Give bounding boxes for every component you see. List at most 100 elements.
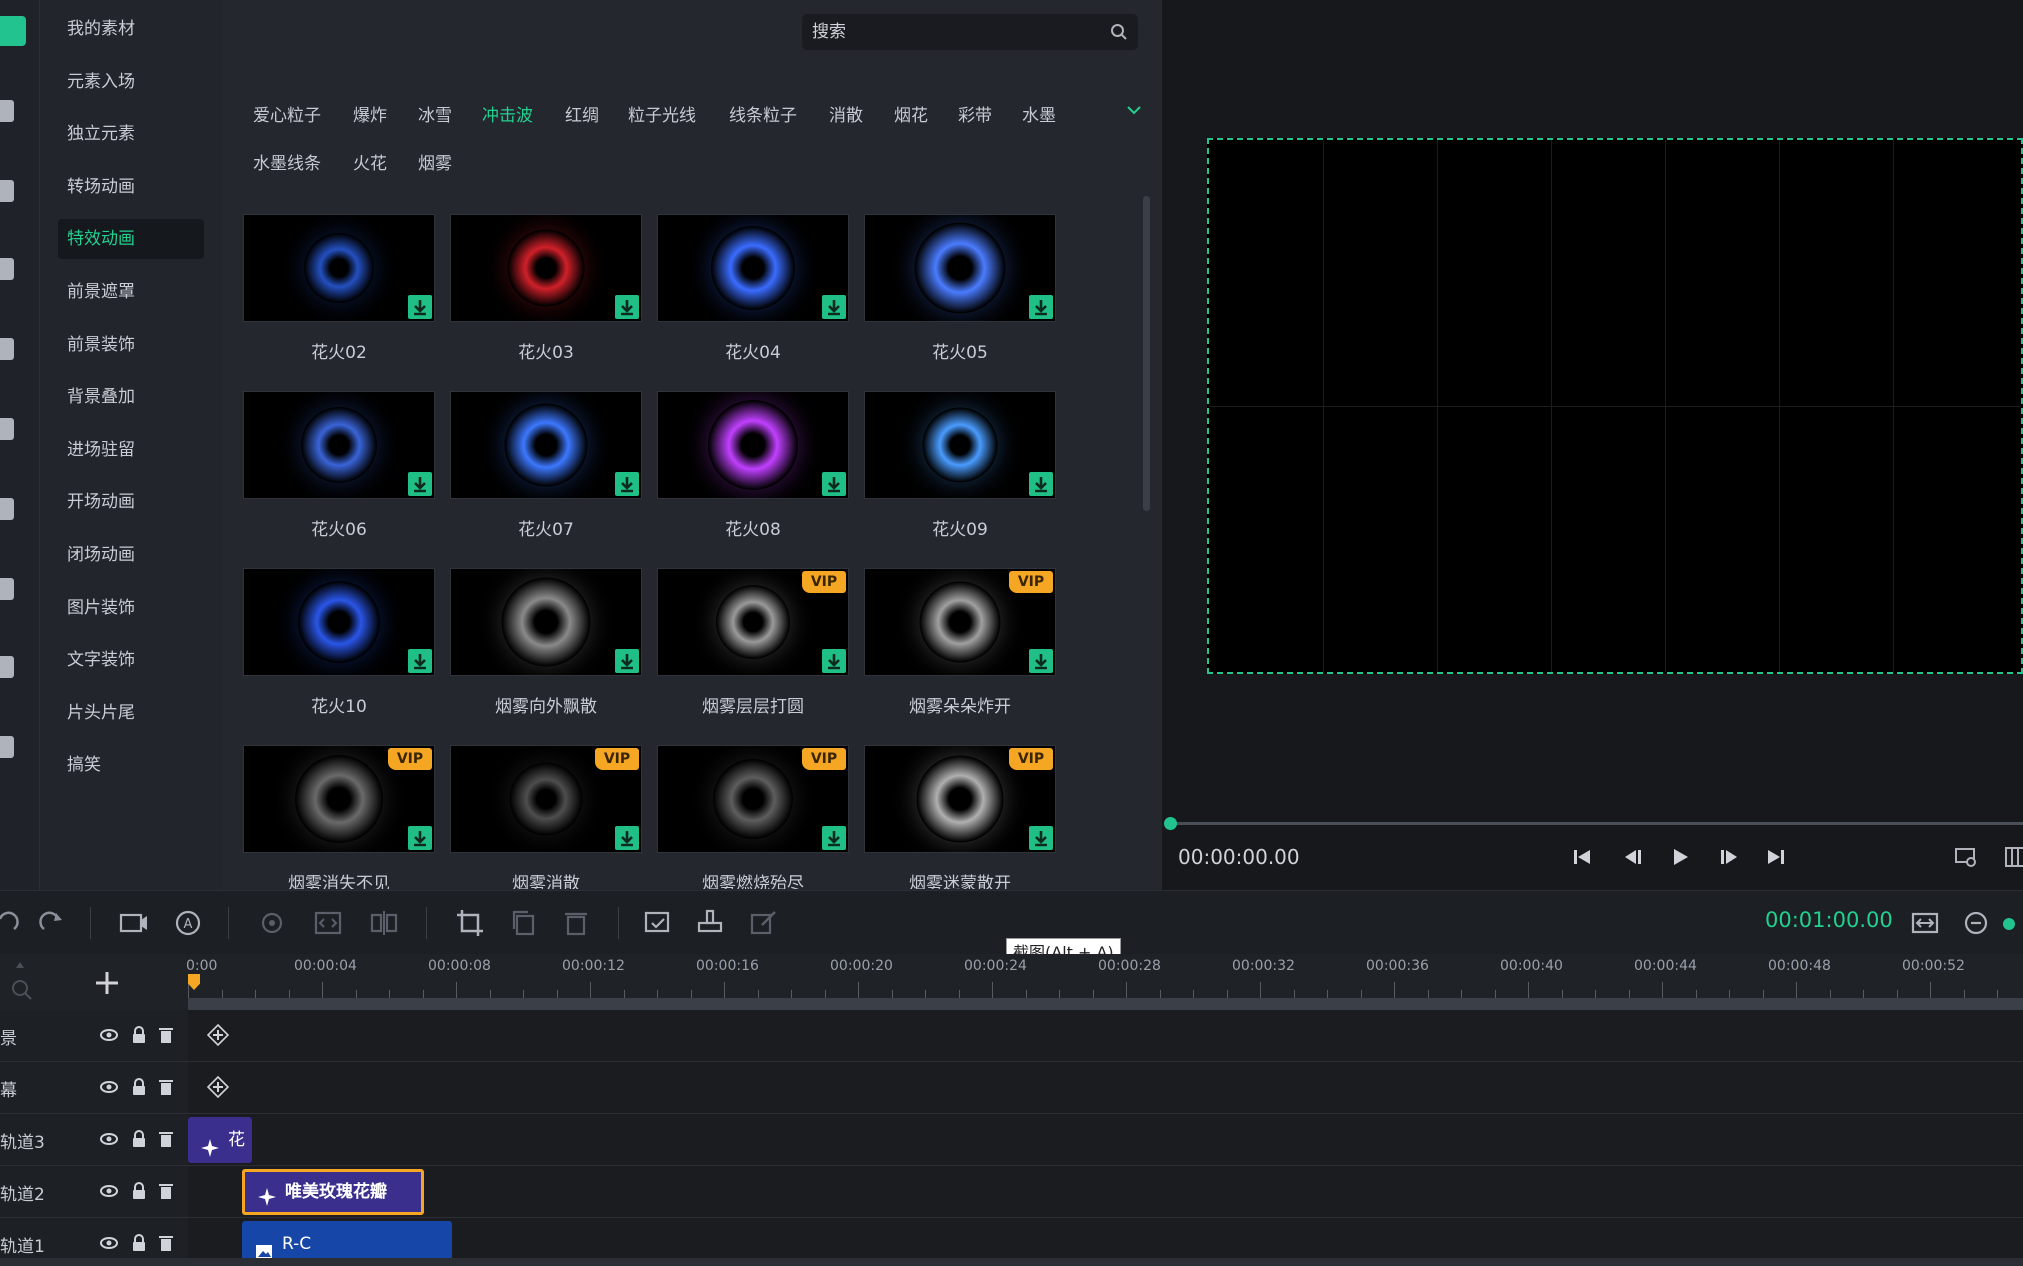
effect-thumbnail[interactable] [657,391,849,499]
effect-thumbnail[interactable] [450,391,642,499]
category-item[interactable]: 开场动画 [58,482,204,522]
effect-thumbnail[interactable] [243,391,435,499]
lock-icon[interactable] [130,1234,148,1252]
undo-icon[interactable] [0,907,22,939]
subtitle-module-icon[interactable] [0,258,14,280]
tag-item[interactable]: 线条粒子 [729,101,797,126]
tag-item[interactable]: 烟雾 [418,149,452,174]
download-icon[interactable] [1029,826,1053,850]
trash-icon[interactable] [157,1234,175,1252]
search-icon[interactable] [1110,23,1128,41]
tag-item[interactable]: 粒子光线 [628,101,696,126]
effect-thumbnail[interactable] [864,391,1056,499]
lock-icon[interactable] [130,1130,148,1148]
skip-to-start-icon[interactable] [1570,845,1594,869]
download-icon[interactable] [408,295,432,319]
lock-icon[interactable] [130,1026,148,1044]
download-icon[interactable] [615,826,639,850]
tag-item[interactable]: 烟花 [894,101,928,126]
track-row[interactable] [188,1062,2023,1114]
download-icon[interactable] [822,649,846,673]
seek-handle[interactable] [1164,817,1177,830]
download-icon[interactable] [408,826,432,850]
previous-frame-icon[interactable] [1620,845,1644,869]
category-item[interactable]: 我的素材 [58,9,204,49]
character-module-icon[interactable] [0,578,14,600]
zoom-out-icon[interactable] [1960,907,1992,939]
crop-icon[interactable] [454,907,486,939]
category-item[interactable]: 特效动画 [58,219,204,260]
preview-canvas[interactable] [1207,138,2023,674]
add-clip-icon[interactable] [206,1075,230,1099]
grid-icon[interactable] [2004,845,2023,869]
visibility-eye-icon[interactable] [100,1130,118,1148]
download-icon[interactable] [1029,295,1053,319]
edit-icon[interactable] [748,907,780,939]
chevron-down-icon[interactable] [1124,100,1144,120]
track-row[interactable] [188,1166,2023,1218]
track-row[interactable] [188,1114,2023,1166]
screenshot-icon[interactable] [642,907,674,939]
trash-icon[interactable] [157,1078,175,1096]
fit-width-icon[interactable] [312,907,344,939]
visibility-eye-icon[interactable] [100,1078,118,1096]
category-item[interactable]: 元素入场 [58,62,204,102]
download-icon[interactable] [408,472,432,496]
media-module-icon[interactable] [0,16,26,46]
search-input[interactable] [812,14,1102,50]
effect-thumbnail[interactable] [450,214,642,322]
download-icon[interactable] [822,295,846,319]
preview-settings-icon[interactable] [1954,845,1978,869]
visibility-eye-icon[interactable] [100,1234,118,1252]
effect-thumbnail[interactable]: VIP [450,745,642,853]
timeline-clip[interactable]: 唯美玫瑰花瓣 [242,1169,424,1215]
lock-icon[interactable] [130,1182,148,1200]
effect-thumbnail[interactable] [243,214,435,322]
delete-icon[interactable] [560,907,592,939]
tag-item[interactable]: 红绸 [565,101,599,126]
tag-item[interactable]: 水墨 [1022,101,1056,126]
download-icon[interactable] [408,649,432,673]
effect-thumbnail[interactable]: VIP [657,745,849,853]
category-item[interactable]: 前景装饰 [58,325,204,365]
category-item[interactable]: 独立元素 [58,114,204,154]
category-item[interactable]: 闭场动画 [58,535,204,575]
category-item[interactable]: 背景叠加 [58,377,204,417]
copy-icon[interactable] [508,907,540,939]
redo-icon[interactable] [36,907,68,939]
tag-item[interactable]: 火花 [353,149,387,174]
stamp-icon[interactable] [694,907,726,939]
search-box[interactable] [802,14,1138,50]
magnet-icon[interactable] [4,960,34,1000]
text-module-icon[interactable] [0,180,14,202]
category-item[interactable]: 片头片尾 [58,693,204,733]
effect-thumbnail[interactable]: VIP [243,745,435,853]
fit-timeline-icon[interactable] [1909,907,1941,939]
effect-thumbnail[interactable]: VIP [864,568,1056,676]
download-icon[interactable] [615,649,639,673]
trash-icon[interactable] [157,1130,175,1148]
skip-to-end-icon[interactable] [1764,845,1788,869]
visibility-eye-icon[interactable] [100,1026,118,1044]
record-camera-icon[interactable] [118,907,150,939]
category-item[interactable]: 转场动画 [58,167,204,207]
effect-thumbnail[interactable] [657,214,849,322]
sticker-module-icon[interactable] [0,498,14,520]
download-icon[interactable] [822,472,846,496]
locate-icon[interactable] [256,907,288,939]
music-module-icon[interactable] [0,100,14,122]
tag-item[interactable]: 消散 [829,101,863,126]
play-icon[interactable] [1668,845,1692,869]
track-row[interactable] [188,1010,2023,1062]
effect-thumbnail[interactable]: VIP [657,568,849,676]
seek-bar[interactable] [1170,822,2023,825]
tag-item[interactable]: 水墨线条 [253,149,321,174]
effect-thumbnail[interactable] [864,214,1056,322]
tag-item[interactable]: 冰雪 [418,101,452,126]
zoom-slider-handle[interactable] [2003,918,2015,930]
tag-item[interactable]: 彩带 [958,101,992,126]
library-scrollbar[interactable] [1143,196,1150,511]
tag-item[interactable]: 冲击波 [482,101,533,126]
visibility-eye-icon[interactable] [100,1182,118,1200]
next-frame-icon[interactable] [1718,845,1742,869]
